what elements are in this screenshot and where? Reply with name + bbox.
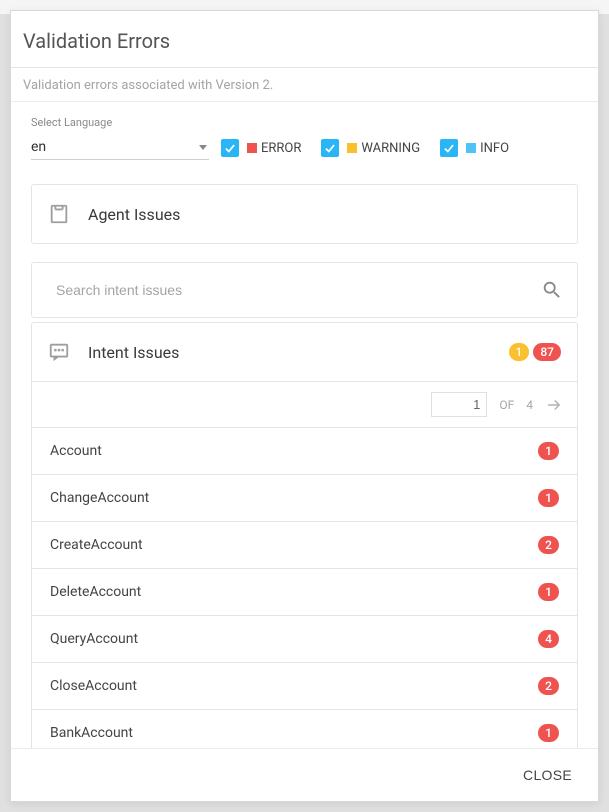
language-value-row[interactable]: en [31, 135, 209, 160]
search-input[interactable] [56, 282, 541, 298]
agent-issues-header: Agent Issues [32, 185, 577, 243]
error-color-swatch [247, 143, 257, 153]
issue-count-badge: 2 [538, 677, 559, 695]
issue-row[interactable]: Account 1 [31, 428, 578, 475]
issue-name: Account [50, 443, 102, 459]
issue-name: DeleteAccount [50, 584, 141, 600]
chat-icon [48, 341, 70, 363]
search-box[interactable] [31, 262, 578, 318]
page-input[interactable] [431, 392, 487, 417]
issue-row[interactable]: BankAccount 1 [31, 710, 578, 748]
issue-count-badge: 2 [538, 536, 559, 554]
issue-name: ChangeAccount [50, 490, 149, 506]
pager-total: 4 [526, 398, 533, 412]
next-page-icon[interactable] [545, 396, 563, 414]
modal-title: Validation Errors [23, 29, 588, 53]
intent-issues-title: Intent Issues [88, 343, 491, 362]
error-count-badge: 87 [533, 343, 561, 361]
error-filter[interactable]: ERROR [221, 139, 309, 160]
intent-badges: 1 87 [509, 343, 561, 361]
issue-count-badge: 4 [538, 630, 559, 648]
language-value: en [31, 139, 46, 155]
validation-errors-modal: Validation Errors Validation errors asso… [10, 10, 599, 802]
issue-count-badge: 1 [538, 442, 559, 460]
filter-row: Select Language en ERROR WARNING [31, 116, 578, 160]
info-label: INFO [480, 141, 509, 156]
language-select[interactable]: Select Language en [31, 116, 209, 160]
issue-count-badge: 1 [538, 583, 559, 601]
search-icon[interactable] [541, 279, 563, 301]
issue-row[interactable]: CloseAccount 2 [31, 663, 578, 710]
modal-body[interactable]: Select Language en ERROR WARNING [11, 102, 598, 748]
agent-issues-card[interactable]: Agent Issues [31, 184, 578, 244]
warning-count-badge: 1 [509, 343, 530, 361]
issue-count-badge: 1 [538, 489, 559, 507]
issue-row[interactable]: CreateAccount 2 [31, 522, 578, 569]
issue-row[interactable]: ChangeAccount 1 [31, 475, 578, 522]
intent-issues-header: Intent Issues 1 87 [32, 323, 577, 381]
issue-row[interactable]: DeleteAccount 1 [31, 569, 578, 616]
issue-row[interactable]: QueryAccount 4 [31, 616, 578, 663]
checkbox-error[interactable] [221, 139, 239, 157]
warning-label: WARNING [361, 141, 420, 156]
language-label: Select Language [31, 116, 209, 129]
warning-filter[interactable]: WARNING [321, 139, 428, 160]
error-label: ERROR [261, 141, 301, 156]
checkbox-info[interactable] [440, 139, 458, 157]
info-filter[interactable]: INFO [440, 139, 517, 160]
issues-list: Account 1 ChangeAccount 1 CreateAccount 2 Dele… [31, 428, 578, 748]
issue-name: CreateAccount [50, 537, 143, 553]
issue-name: CloseAccount [50, 678, 137, 694]
pager-of-label: OF [499, 398, 514, 412]
info-color-swatch [466, 143, 476, 153]
issue-count-badge: 1 [538, 724, 559, 742]
close-button[interactable]: CLOSE [513, 759, 582, 791]
issue-name: BankAccount [50, 725, 133, 741]
warning-color-swatch [347, 143, 357, 153]
agent-icon [48, 203, 70, 225]
issue-name: QueryAccount [50, 631, 138, 647]
pagination: OF 4 [31, 382, 578, 428]
agent-issues-title: Agent Issues [88, 205, 561, 224]
modal-subtitle: Validation errors associated with Versio… [11, 68, 598, 102]
modal-footer: CLOSE [11, 748, 598, 801]
chevron-down-icon [199, 145, 207, 150]
checkbox-warning[interactable] [321, 139, 339, 157]
modal-header: Validation Errors [11, 11, 598, 68]
intent-issues-card[interactable]: Intent Issues 1 87 [31, 322, 578, 382]
